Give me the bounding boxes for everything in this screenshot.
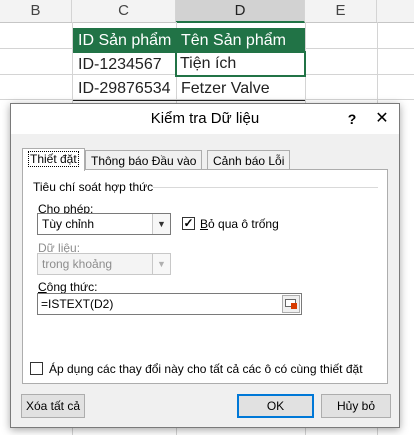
range-select-icon-part [291,303,297,309]
clear-all-button[interactable]: Xóa tất cả [21,394,85,418]
column-header-e[interactable]: E [305,0,377,22]
column-header-c[interactable]: C [72,0,176,22]
cell-c2-header[interactable]: ID Sản phẩm [73,28,176,53]
table-bottom-border [73,100,305,101]
settings-panel: Tiêu chí soát hợp thức Cho phép: Tùy chỉ… [22,169,388,384]
help-button[interactable]: ? [341,108,363,130]
cell-d4[interactable]: Fetzer Valve [176,76,305,101]
group-separator [153,187,378,188]
formula-label-accesskey: C [38,280,47,294]
chevron-down-icon: ▼ [152,254,170,274]
ignore-blank-label: Bỏ qua ô trống [200,217,279,231]
data-dropdown-value: trong khoảng [42,257,113,271]
ignore-blank-accesskey: B [200,217,209,231]
dialog-titlebar[interactable]: Kiểm tra Dữ liệu ? ✕ [11,104,399,134]
cell-d2-header[interactable]: Tên Sản phẩm [176,28,305,53]
tab-settings-label: Thiết đặt [28,151,79,167]
formula-input-value: =ISTEXT(D2) [41,297,114,311]
data-validation-dialog: Kiểm tra Dữ liệu ? ✕ Thiết đặt Thông báo… [10,103,400,428]
cancel-button[interactable]: Hủy bỏ [321,394,391,418]
apply-all-checkbox[interactable] [30,362,43,375]
column-header-b[interactable]: B [0,0,72,22]
close-button[interactable]: ✕ [371,108,393,130]
formula-label: Công thức: [38,280,97,294]
data-dropdown: trong khoảng ▼ [37,253,171,275]
ignore-blank-checkbox[interactable]: ✓ [182,217,195,230]
cell-d3-active[interactable]: Tiện ích [175,51,306,77]
tab-error-alert[interactable]: Cảnh báo Lỗi [207,150,291,170]
allow-dropdown[interactable]: Tùy chỉnh ▼ [37,213,171,235]
apply-all-label: Áp dụng các thay đổi này cho tất cả các … [49,362,363,376]
ok-button[interactable]: OK [237,394,314,418]
collapse-dialog-icon[interactable] [282,295,300,313]
formula-input[interactable]: =ISTEXT(D2) [37,293,302,315]
tab-input-message[interactable]: Thông báo Đầu vào [85,150,203,170]
allow-dropdown-value: Tùy chỉnh [42,217,95,231]
formula-label-text: ông thức: [46,280,98,294]
criteria-group-title: Tiêu chí soát hợp thức [33,180,154,194]
chevron-down-icon[interactable]: ▼ [152,214,170,234]
cell-c3[interactable]: ID-1234567 [73,52,176,77]
ignore-blank-text: ỏ qua ô trống [208,217,279,231]
tab-settings[interactable]: Thiết đặt [22,148,85,171]
column-headers: B C D E [0,0,414,23]
column-header-d[interactable]: D [176,0,305,23]
cell-c4[interactable]: ID-29876534 [73,76,176,101]
